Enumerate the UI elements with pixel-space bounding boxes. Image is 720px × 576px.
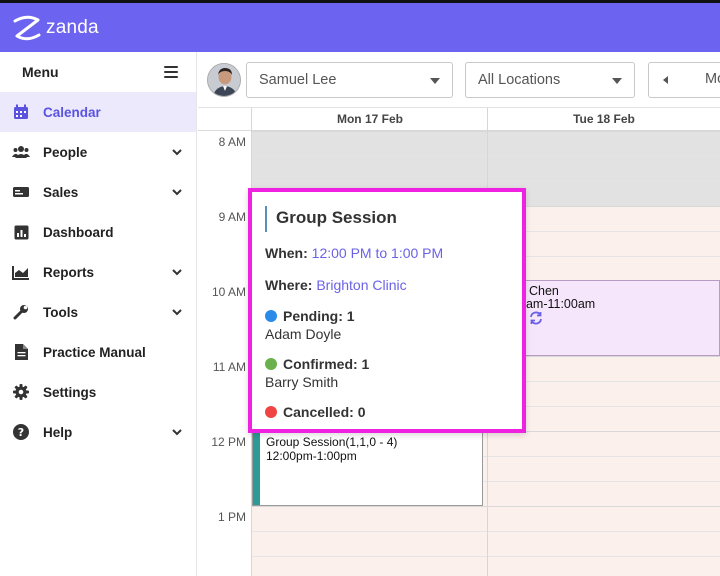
menu-title: Menu	[22, 64, 59, 80]
sidebar-item-label: Practice Manual	[43, 344, 146, 360]
sidebar-item-help[interactable]: ? Help	[0, 412, 196, 452]
event-title: Chen	[529, 284, 559, 298]
zanda-logo[interactable]: zanda	[12, 13, 99, 43]
confirmed-dot-icon	[265, 358, 277, 370]
event-detail-popup: Group Session When: 12:00 PM to 1:00 PM …	[248, 188, 526, 433]
sidebar-item-tools[interactable]: Tools	[0, 292, 196, 332]
sales-icon	[12, 183, 30, 201]
sidebar-item-label: Tools	[43, 304, 78, 320]
recurring-icon	[530, 311, 542, 325]
caret-down-icon	[430, 78, 440, 84]
sidebar-item-practice-manual[interactable]: Practice Manual	[0, 332, 196, 372]
day-header-label: Mon 17 Feb	[336, 112, 403, 126]
help-icon: ?	[12, 423, 30, 441]
sidebar-item-label: Help	[43, 424, 73, 440]
location-select-value: All Locations	[478, 72, 561, 88]
people-icon	[12, 143, 30, 161]
sidebar: Menu Calendar People Sales Dashboard Rep…	[0, 52, 197, 576]
cancelled-status: Cancelled: 0	[265, 404, 508, 420]
view-mode-label: Mo	[705, 71, 720, 87]
cancelled-label: Cancelled: 0	[283, 404, 366, 420]
time-label: 10 AM	[211, 285, 246, 299]
sidebar-item-label: People	[43, 144, 88, 160]
calendar-icon	[12, 103, 30, 121]
dashboard-icon	[12, 223, 30, 241]
practitioner-select-value: Samuel Lee	[259, 72, 337, 88]
sidebar-item-dashboard[interactable]: Dashboard	[0, 212, 196, 252]
where-value-link[interactable]: Brighton Clinic	[316, 277, 406, 293]
pending-status: Pending: 1	[265, 308, 508, 324]
wrench-icon	[12, 303, 30, 321]
pending-label: Pending: 1	[283, 308, 355, 324]
sidebar-item-label: Calendar	[43, 104, 101, 120]
chevron-down-icon[interactable]	[170, 265, 184, 279]
confirmed-person: Barry Smith	[265, 374, 339, 390]
calendar-event-chen[interactable]: Chen 0am-11:00am	[508, 280, 720, 356]
popup-when-row: When: 12:00 PM to 1:00 PM	[265, 245, 508, 261]
sidebar-item-label: Settings	[43, 384, 97, 400]
calendar-event-group-session[interactable]: Group Session(1,1,0 - 4) 12:00pm-1:00pm	[252, 431, 483, 506]
previous-period-button[interactable]	[648, 62, 684, 98]
sidebar-item-label: Sales	[43, 184, 79, 200]
time-label: 8 AM	[218, 135, 246, 149]
event-color-bar	[253, 432, 260, 505]
svg-text:?: ?	[18, 426, 24, 439]
event-time: 0am-11:00am	[519, 297, 596, 311]
pending-dot-icon	[265, 310, 277, 322]
day-header-tue[interactable]: Tue 18 Feb	[488, 108, 720, 131]
chevron-down-icon[interactable]	[170, 185, 184, 199]
menu-header: Menu	[0, 52, 196, 92]
sidebar-item-label: Reports	[43, 264, 95, 280]
where-label: Where:	[265, 277, 313, 293]
time-label: 11 AM	[212, 360, 246, 374]
chevron-down-icon[interactable]	[170, 305, 184, 319]
reports-icon	[12, 263, 30, 281]
practitioner-select[interactable]: Samuel Lee	[246, 62, 453, 98]
view-mode-button[interactable]: Mo	[683, 62, 720, 98]
practitioner-avatar[interactable]	[207, 63, 241, 97]
event-time: 12:00pm-1:00pm	[266, 449, 357, 463]
hamburger-menu-icon[interactable]	[164, 66, 178, 78]
popup-title: Group Session	[265, 206, 508, 232]
gear-icon	[12, 383, 30, 401]
confirmed-label: Confirmed: 1	[283, 356, 370, 372]
calendar-toolbar: Samuel Lee All Locations Mo	[198, 52, 720, 108]
when-label: When:	[265, 245, 308, 261]
time-label: 1 PM	[217, 510, 246, 524]
chevron-down-icon[interactable]	[170, 145, 184, 159]
location-select[interactable]: All Locations	[465, 62, 635, 98]
caret-down-icon	[612, 78, 622, 84]
sidebar-item-reports[interactable]: Reports	[0, 252, 196, 292]
document-icon	[12, 343, 30, 361]
chevron-down-icon[interactable]	[170, 425, 184, 439]
brand-name: zanda	[46, 17, 99, 38]
top-bar: zanda	[0, 0, 720, 52]
sidebar-item-settings[interactable]: Settings	[0, 372, 196, 412]
sidebar-item-calendar[interactable]: Calendar	[0, 92, 196, 132]
caret-left-icon	[663, 76, 668, 84]
cancelled-dot-icon	[265, 406, 277, 418]
sidebar-item-people[interactable]: People	[0, 132, 196, 172]
when-value: 12:00 PM to 1:00 PM	[311, 245, 444, 261]
event-title: Group Session(1,1,0 - 4)	[266, 435, 398, 449]
time-label: 9 AM	[218, 210, 246, 224]
time-label: 12 PM	[211, 435, 246, 449]
sidebar-item-label: Dashboard	[43, 224, 114, 240]
sidebar-item-sales[interactable]: Sales	[0, 172, 196, 212]
day-header-mon[interactable]: Mon 17 Feb	[252, 108, 488, 131]
popup-where-row: Where: Brighton Clinic	[265, 277, 508, 293]
confirmed-status: Confirmed: 1	[265, 356, 508, 372]
day-header-label: Tue 18 Feb	[573, 112, 635, 126]
pending-person: Adam Doyle	[265, 326, 342, 342]
zanda-logo-icon	[13, 15, 41, 41]
